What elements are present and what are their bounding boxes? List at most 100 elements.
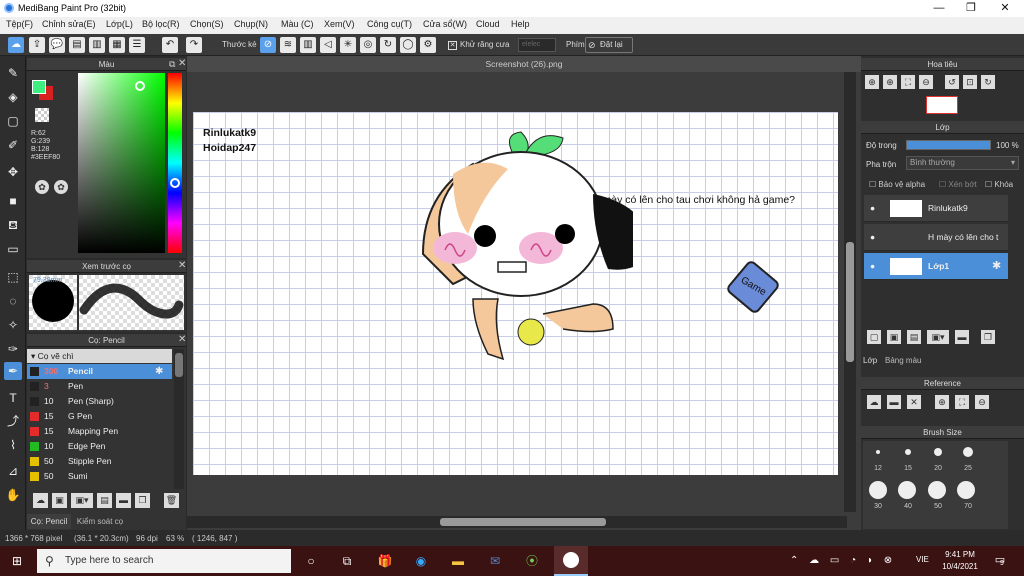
layer-item-selected[interactable]: ● Lớp1 ✱ bbox=[864, 253, 1008, 280]
document-tab[interactable]: Screenshot (26).png bbox=[187, 56, 861, 72]
zoom-out-icon[interactable]: ⊖ bbox=[919, 75, 933, 89]
menu-layer[interactable]: Lớp(L) bbox=[106, 19, 133, 29]
menu-file[interactable]: Tệp(F) bbox=[6, 19, 33, 29]
new-layer-icon[interactable]: ▢ bbox=[867, 330, 881, 344]
panel-close-icon[interactable]: ✕ bbox=[178, 260, 186, 271]
size-dot[interactable] bbox=[876, 450, 880, 454]
menu-capture[interactable]: Chụp(N) bbox=[234, 19, 268, 29]
operation-tool-icon[interactable]: ⤴ bbox=[4, 412, 22, 430]
brush-item[interactable]: 10 Edge Pen bbox=[27, 439, 172, 454]
panel-close-icon[interactable]: ✕ bbox=[178, 58, 186, 69]
lasso-tool-icon[interactable]: ◌ bbox=[4, 292, 22, 310]
magic-wand-icon[interactable]: ✧ bbox=[4, 316, 22, 334]
select-pen-icon[interactable]: ✐ bbox=[4, 136, 22, 154]
brush-item[interactable]: 15 Mapping Pen bbox=[27, 424, 172, 439]
blend-select[interactable]: Bình thường ▾ bbox=[906, 156, 1019, 170]
navigator-thumbnail[interactable] bbox=[926, 96, 958, 114]
menu-edit[interactable]: Chỉnh sửa(E) bbox=[42, 19, 96, 29]
clipping[interactable]: ☐ Xén bớt bbox=[939, 180, 977, 189]
hue-cursor[interactable] bbox=[170, 178, 180, 188]
radial-icon[interactable]: ✳ bbox=[340, 37, 356, 53]
menu-color[interactable]: Màu (C) bbox=[281, 19, 314, 29]
grid-ruler-icon[interactable]: ▥ bbox=[300, 37, 316, 53]
ref-fit-icon[interactable]: ⛶ bbox=[955, 395, 969, 409]
app-icon-green[interactable]: ⦿ bbox=[523, 552, 541, 570]
eyedropper-tool-icon[interactable]: ⌇ bbox=[4, 436, 22, 454]
mail-icon[interactable]: ✉ bbox=[486, 552, 504, 570]
eye-icon[interactable]: ● bbox=[870, 195, 875, 222]
brush-item[interactable]: 50 Stipple Pen bbox=[27, 454, 172, 469]
tab-brush-control[interactable]: Kiểm soát cọ bbox=[73, 514, 127, 529]
tab-brush[interactable]: Cọ: Pencil bbox=[27, 514, 71, 529]
alpha-protect[interactable]: ☐ Bảo vệ alpha bbox=[869, 180, 925, 189]
folder-icon[interactable]: ▬ bbox=[955, 330, 969, 344]
trash-icon[interactable]: 🗑 bbox=[164, 493, 179, 508]
brush-item[interactable]: 3 Pen bbox=[27, 379, 172, 394]
dropper-tool-icon[interactable]: ⊿ bbox=[4, 462, 22, 480]
brush-group-header[interactable]: ▾ Cọ vẽ chì bbox=[27, 349, 172, 363]
canvas[interactable]: Rinlukatk9 Hoidap247 H mày có lên cho ta… bbox=[193, 112, 838, 475]
tab-palette[interactable]: Bảng màu bbox=[885, 356, 921, 365]
share-icon[interactable]: ⇪ bbox=[29, 37, 45, 53]
brush-item[interactable]: 10 Pen (Sharp) bbox=[27, 394, 172, 409]
brush-scrollbar[interactable] bbox=[174, 349, 184, 489]
zoom-in-icon[interactable]: ⊕ bbox=[865, 75, 879, 89]
menu-filter[interactable]: Bộ lọc(R) bbox=[142, 19, 180, 29]
size-dot[interactable] bbox=[957, 481, 975, 499]
add-layer-menu-icon[interactable]: ▣▾ bbox=[927, 330, 949, 344]
layer-item[interactable]: ● Rinlukatk9 bbox=[864, 195, 1008, 222]
reset-button[interactable]: ⊘ Đặt lại bbox=[585, 37, 633, 53]
lock[interactable]: ☐ Khóa bbox=[985, 180, 1013, 189]
eye-icon[interactable]: ● bbox=[870, 224, 875, 251]
expand-icon[interactable]: ⧉ bbox=[169, 59, 175, 70]
ref-zoom-in-icon[interactable]: ⊕ bbox=[935, 395, 949, 409]
menu-help[interactable]: Help bbox=[511, 19, 530, 29]
size-dot[interactable] bbox=[898, 481, 916, 499]
ellipse-icon[interactable]: ◯ bbox=[400, 37, 416, 53]
taskbar-search[interactable]: ⚲ Type here to search bbox=[37, 549, 291, 573]
panel-close-icon[interactable]: ✕ bbox=[178, 334, 186, 345]
list-icon[interactable]: ☰ bbox=[129, 37, 145, 53]
foreground-color-swatch[interactable] bbox=[32, 80, 46, 94]
select-eraser-icon[interactable]: ✒ bbox=[4, 362, 22, 380]
language-indicator[interactable]: VIE bbox=[916, 555, 929, 564]
cloud-icon[interactable]: ☁ bbox=[8, 37, 24, 53]
ruler-off-icon[interactable]: ⊘ bbox=[260, 37, 276, 53]
brush-tool-icon[interactable]: ✎ bbox=[4, 64, 22, 82]
minimize-button[interactable]: — bbox=[924, 0, 954, 17]
windows-start-icon[interactable]: ⊞ bbox=[8, 552, 26, 570]
add-brush-menu-icon[interactable]: ▣▾ bbox=[71, 493, 93, 508]
move-tool-icon[interactable]: ✥ bbox=[4, 163, 22, 181]
add-brush-icon[interactable]: ▣ bbox=[52, 493, 67, 508]
menu-window[interactable]: Cửa sổ(W) bbox=[423, 19, 467, 29]
size-dot[interactable] bbox=[963, 447, 973, 457]
settings-icon[interactable]: ⚙ bbox=[420, 37, 436, 53]
gradient-tool-icon[interactable]: ▭ bbox=[4, 240, 22, 258]
antialias-field[interactable]: elelec bbox=[518, 38, 556, 52]
rotate-icon[interactable]: ↺ bbox=[945, 75, 959, 89]
tab-layer[interactable]: Lớp bbox=[863, 356, 877, 365]
size-dot[interactable] bbox=[934, 448, 942, 456]
parallel-ruler-icon[interactable]: ≋ bbox=[280, 37, 296, 53]
page-icon[interactable]: ▥ bbox=[89, 37, 105, 53]
eye-icon[interactable]: ● bbox=[870, 253, 875, 280]
vertical-scrollbar[interactable] bbox=[844, 72, 856, 512]
transparent-swatch[interactable] bbox=[35, 108, 49, 122]
cloud-brush-icon[interactable]: ☁ bbox=[33, 493, 48, 508]
ref-zoom-out-icon[interactable]: ⊖ bbox=[975, 395, 989, 409]
comment-icon[interactable]: 💬 bbox=[49, 37, 65, 53]
clock[interactable]: 9:41 PM 10/4/2021 bbox=[940, 549, 980, 573]
chat-icon[interactable]: ▤ bbox=[69, 37, 85, 53]
maximize-button[interactable]: ❐ bbox=[956, 0, 986, 17]
perspective-icon[interactable]: ◁ bbox=[320, 37, 336, 53]
size-dot[interactable] bbox=[905, 449, 911, 455]
new-layer-2-icon[interactable]: ▣ bbox=[887, 330, 901, 344]
size-dot[interactable] bbox=[869, 481, 887, 499]
dot-tool-icon[interactable]: ▢ bbox=[4, 112, 22, 130]
zoom-in-icon-2[interactable]: ⊕ bbox=[883, 75, 897, 89]
layer-item[interactable]: ● H mày có lên cho t bbox=[864, 224, 1008, 251]
curve-icon[interactable]: ↻ bbox=[380, 37, 396, 53]
undo-icon[interactable]: ↶ bbox=[162, 37, 178, 53]
fit-icon[interactable]: ⛶ bbox=[901, 75, 915, 89]
select-rect-icon[interactable]: ⬚ bbox=[4, 268, 22, 286]
